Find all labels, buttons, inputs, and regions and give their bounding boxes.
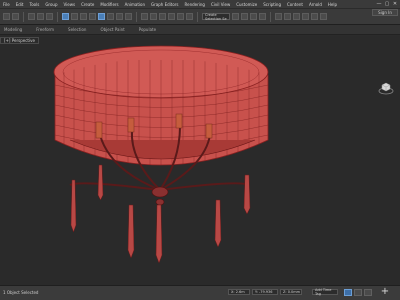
key-icon[interactable] (354, 289, 362, 296)
align-icon[interactable] (241, 13, 248, 20)
menu-graph-editors[interactable]: Graph Editors (151, 2, 178, 7)
menu-edit[interactable]: Edit (16, 2, 24, 7)
maximize-button[interactable]: ▢ (384, 1, 390, 7)
status-bar: 1 Object Selected X: 2.6m Y: -79.936 Z: … (0, 285, 400, 300)
tab-object-paint[interactable]: Object Paint (100, 27, 124, 32)
menu-scripting[interactable]: Scripting (263, 2, 281, 7)
snap-icon[interactable] (159, 13, 166, 20)
pivot-icon[interactable] (150, 13, 157, 20)
menu-customize[interactable]: Customize (236, 2, 257, 7)
region-select-icon[interactable] (80, 13, 87, 20)
play-icon[interactable] (344, 289, 352, 296)
menu-tools[interactable]: Tools (29, 2, 39, 7)
select-by-name-icon[interactable] (71, 13, 78, 20)
angle-snap-icon[interactable] (168, 13, 175, 20)
toolbar-divider (136, 11, 137, 22)
menu-arnold[interactable]: Arnold (309, 2, 322, 7)
toolbar-divider (270, 11, 271, 22)
toolbar-divider (57, 11, 58, 22)
window-crossing-icon[interactable] (89, 13, 96, 20)
schematic-view-icon[interactable] (284, 13, 291, 20)
hanging-crystals (70, 164, 251, 264)
tab-freeform[interactable]: Freeform (36, 27, 54, 32)
viewport-label[interactable]: [+] Perspective (0, 37, 39, 44)
minimize-button[interactable]: — (376, 1, 382, 7)
menu-help[interactable]: Help (328, 2, 337, 7)
menu-rendering[interactable]: Rendering (185, 2, 205, 7)
reference-coord-icon[interactable] (141, 13, 148, 20)
material-editor-icon[interactable] (293, 13, 300, 20)
hub-finial (155, 198, 165, 206)
tab-modeling[interactable]: Modeling (4, 27, 22, 32)
bind-icon[interactable] (46, 13, 53, 20)
rotate-icon[interactable] (107, 13, 114, 20)
toolbar-divider (197, 11, 198, 22)
placement-icon[interactable] (125, 13, 132, 20)
menu-civil-view[interactable]: Civil View (211, 2, 230, 7)
select-icon[interactable] (62, 13, 69, 20)
graphite-icon[interactable] (259, 13, 266, 20)
main-toolbar: Create Selection Se (0, 9, 400, 25)
viewport-perspective[interactable] (0, 36, 400, 285)
unlink-icon[interactable] (37, 13, 44, 20)
menu-bar: File Edit Tools Group Views Create Modif… (0, 0, 340, 9)
redo-icon[interactable] (12, 13, 19, 20)
toolbar-divider (23, 11, 24, 22)
ribbon-tabs: Modeling Freeform Selection Object Paint… (0, 25, 400, 35)
scale-icon[interactable] (116, 13, 123, 20)
mirror-icon[interactable] (232, 13, 239, 20)
frame-icon[interactable] (364, 289, 372, 296)
sign-in-button[interactable]: Sign In (372, 9, 398, 16)
menu-animation[interactable]: Animation (125, 2, 145, 7)
menu-views[interactable]: Views (64, 2, 76, 7)
layer-icon[interactable] (250, 13, 257, 20)
viewcube-icon[interactable] (378, 80, 394, 95)
chandelier-model[interactable] (0, 36, 400, 285)
coord-y-field[interactable]: Y: -79.936 (252, 289, 278, 295)
undo-icon[interactable] (3, 13, 10, 20)
render-frame-icon[interactable] (311, 13, 318, 20)
link-icon[interactable] (28, 13, 35, 20)
menu-content[interactable]: Content (287, 2, 303, 7)
render-icon[interactable] (320, 13, 327, 20)
window-controls: — ▢ ✕ (376, 1, 398, 7)
add-time-tag-button[interactable]: Add Time Tag (312, 288, 338, 296)
selection-set-dropdown[interactable]: Create Selection Se (202, 13, 230, 21)
menu-file[interactable]: File (3, 2, 10, 7)
status-text: 1 Object Selected (3, 290, 39, 295)
spinner-snap-icon[interactable] (186, 13, 193, 20)
percent-snap-icon[interactable] (177, 13, 184, 20)
close-button[interactable]: ✕ (392, 1, 398, 7)
coord-x-field[interactable]: X: 2.6m (228, 289, 250, 295)
menu-modifiers[interactable]: Modifiers (100, 2, 118, 7)
zoom-icon[interactable]: + (380, 287, 390, 297)
tab-selection[interactable]: Selection (68, 27, 86, 32)
curve-editor-icon[interactable] (275, 13, 282, 20)
move-icon[interactable] (98, 13, 105, 20)
menu-create[interactable]: Create (81, 2, 94, 7)
center-hub (151, 186, 169, 198)
coord-z-field[interactable]: Z: 0.0mm (280, 289, 302, 295)
tab-populate[interactable]: Populate (139, 27, 156, 32)
menu-group[interactable]: Group (45, 2, 57, 7)
render-setup-icon[interactable] (302, 13, 309, 20)
